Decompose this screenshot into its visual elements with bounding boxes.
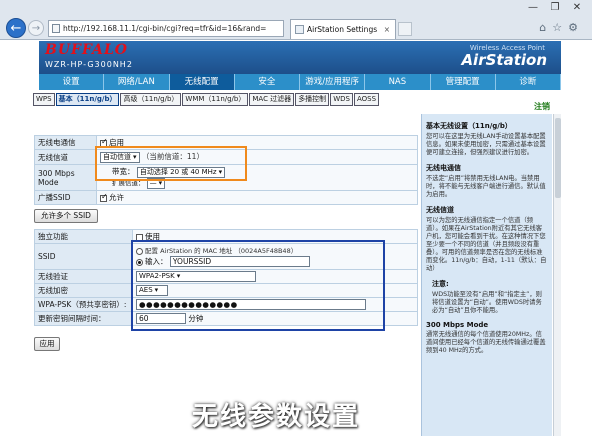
tab-close-icon[interactable]: ×	[384, 20, 390, 39]
browser-toolbar: — ❐ ✕ ← → http://192.168.11.1/cgi-bin/cg…	[0, 0, 592, 40]
forward-button[interactable]: →	[28, 20, 44, 36]
main-nav: 设置 网络/LAN 无线配置 安全 游戏/应用程序 NAS 管理配置 诊断	[39, 74, 561, 90]
nav-admin[interactable]: 管理配置	[431, 74, 496, 90]
rekey-label: 更新密钥间隔时间：	[34, 311, 133, 326]
sub-nav: WPS 基本（11n/g/b） 高级（11n/g/b） WMM（11n/g/b） MAC…	[33, 93, 423, 107]
channel-highlight-box	[95, 146, 247, 181]
help-section-title: 无线电通信	[426, 164, 461, 172]
browser-tool-icons[interactable]: ⌂☆⚙	[539, 21, 584, 34]
ssid-label: SSID	[34, 243, 133, 270]
scrollbar-thumb[interactable]	[555, 118, 561, 198]
help-title: 基本无线设置（11n/g/b）	[426, 122, 512, 130]
broadcast-ssid-checkbox[interactable]	[100, 192, 108, 202]
multi-ssid-button[interactable]: 允许多个 SSID	[34, 209, 98, 223]
radio-label: 无线电通信	[34, 135, 97, 150]
nav-security[interactable]: 安全	[235, 74, 300, 90]
channel-label: 无线信道	[34, 149, 97, 165]
separate-label: 独立功能	[34, 229, 133, 244]
model-name: WZR-HP-G300NH2	[45, 60, 133, 69]
caption-overlay: 无线参数设置	[192, 402, 361, 432]
subnav-basic[interactable]: 基本（11n/g/b）	[55, 93, 120, 106]
help-scrollbar[interactable]	[553, 114, 561, 436]
airstation-logo: AirStation	[461, 51, 547, 69]
subnav-wps[interactable]: WPS	[33, 93, 55, 106]
apply-button[interactable]: 应用	[34, 337, 60, 351]
page-icon	[52, 24, 60, 33]
broadcast-ssid-cell: 允许	[96, 190, 418, 205]
router-header: BUFFALO WZR-HP-G300NH2 Wireless Access P…	[39, 41, 561, 74]
subnav-multicast[interactable]: 多播控制	[295, 93, 330, 106]
nav-diagnostics[interactable]: 诊断	[496, 74, 561, 90]
nav-wireless[interactable]: 无线配置	[169, 74, 235, 90]
subnav-mac-filter[interactable]: MAC 过滤器	[249, 93, 295, 106]
close-window-icon[interactable]: ✕	[566, 0, 588, 16]
broadcast-ssid-label: 广播SSID	[34, 190, 97, 205]
new-tab-button[interactable]	[398, 22, 412, 36]
help-intro: 您可以在这里为无线LAN手动设置基本配置信息。如果未使用加密，只需通过基本设置便…	[426, 133, 546, 156]
url-text: http://192.168.11.1/cgi-bin/cgi?req=tfr&…	[63, 24, 267, 33]
favicon-icon	[295, 25, 304, 34]
tab-title: AirStation Settings	[307, 25, 378, 34]
table-row: 广播SSID 允许	[34, 190, 418, 205]
maximize-icon[interactable]: ❐	[544, 0, 566, 16]
psk-label: WPA-PSK（预共享密钥）:	[34, 297, 133, 312]
help-panel: 基本无线设置（11n/g/b） 您可以在这里为无线LAN手动设置基本配置信息。如…	[421, 114, 552, 436]
nav-network-lan[interactable]: 网络/LAN	[104, 74, 170, 90]
logout-link[interactable]: 注销	[534, 101, 550, 112]
back-button[interactable]: ←	[6, 18, 26, 38]
subnav-wmm[interactable]: WMM（11n/g/b）	[182, 93, 249, 106]
address-bar[interactable]: http://192.168.11.1/cgi-bin/cgi?req=tfr&…	[48, 20, 284, 37]
minimize-icon[interactable]: —	[522, 0, 544, 16]
help-section-text: 不选定“启用”将禁用无线LAN电。当禁用时，将不能与无线客户端进行通信。默认值为…	[426, 175, 546, 198]
tab-airstation-settings[interactable]: AirStation Settings ×	[290, 19, 396, 39]
encryption-label: 无线加密	[34, 283, 133, 298]
subnav-advanced[interactable]: 高级（11n/g/b）	[120, 93, 182, 106]
help-section-text: 可以为您的无线通信指定一个信道（频道）。如果在AirStation附近有其它无线…	[426, 217, 547, 272]
subnav-aoss[interactable]: AOSS	[353, 93, 380, 106]
subnav-wds[interactable]: WDS	[330, 93, 353, 106]
broadcast-ssid-value: 允许	[109, 193, 124, 202]
auth-label: 无线验证	[34, 269, 133, 284]
nav-nas[interactable]: NAS	[365, 74, 431, 90]
nav-games-apps[interactable]: 游戏/应用程序	[300, 74, 366, 90]
mode-300-label: 300 Mbps Mode	[34, 164, 97, 191]
buffalo-logo: BUFFALO	[45, 42, 129, 58]
help-section-title: 注意:	[432, 280, 449, 288]
help-section-text: 通常无线通信的每个信道使用20MHz。信道间使用已经每个信道的无线传输通过覆盖频…	[426, 331, 546, 354]
nav-setup[interactable]: 设置	[39, 74, 105, 90]
help-section-text: WDS功能至没有“启用”和“指定主”，则将信道设置为“自动”。使用WDS时请务必…	[432, 291, 542, 314]
window-controls: — ❐ ✕	[522, 0, 588, 16]
help-section-title: 无线信道	[426, 206, 454, 214]
help-section-title: 300 Mbps Mode	[426, 321, 489, 329]
security-highlight-box	[131, 240, 385, 331]
